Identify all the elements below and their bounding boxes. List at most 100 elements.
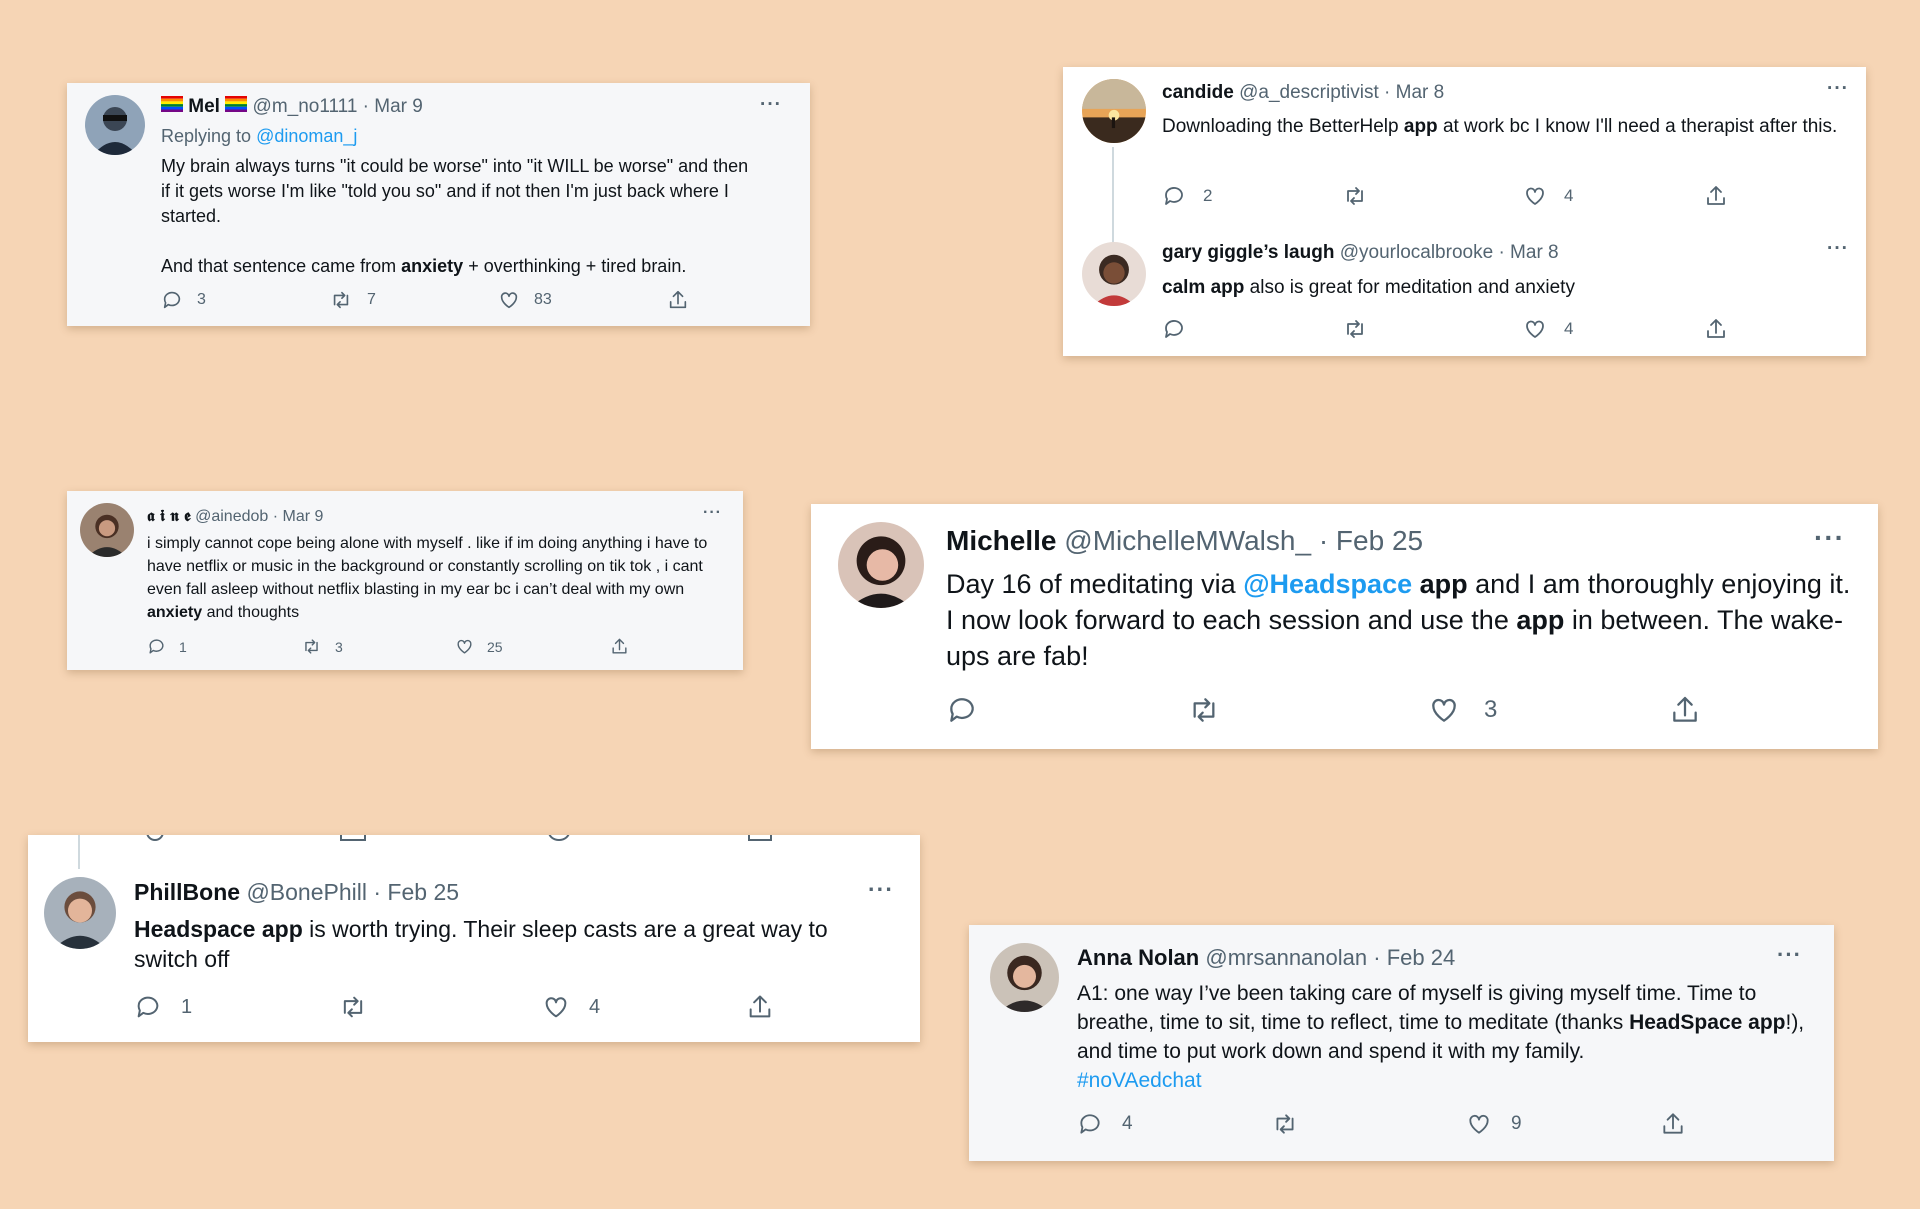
tweet-text: Headspace app is worth trying. Their sle… <box>134 916 828 972</box>
like-count: 4 <box>1564 319 1574 338</box>
share-button[interactable] <box>1704 317 1728 341</box>
retweet-button[interactable] <box>1271 1111 1299 1137</box>
handle[interactable]: @yourlocalbrooke <box>1340 242 1493 263</box>
display-name[interactable]: Michelle <box>946 525 1056 556</box>
retweet-button[interactable] <box>338 993 368 1021</box>
share-button[interactable] <box>1660 1111 1686 1137</box>
like-button[interactable]: 3 <box>1428 694 1497 726</box>
handle[interactable]: @a_descriptivist <box>1239 82 1379 103</box>
display-name[interactable]: gary giggle’s laugh <box>1162 242 1334 263</box>
display-name[interactable]: PhillBone <box>134 879 240 905</box>
more-icon[interactable]: ··· <box>1827 239 1849 258</box>
retweet-button[interactable]: 3 <box>301 637 343 656</box>
like-count: 9 <box>1511 1113 1522 1134</box>
tweet-card-mel[interactable]: Mel @m_no1111 · Mar 9 ··· Replying to @d… <box>67 83 810 326</box>
tweet-paragraph: And that sentence came from anxiety + ov… <box>161 256 687 276</box>
tweet-header: Mel @m_no1111 · Mar 9 <box>161 96 423 118</box>
like-button[interactable]: 4 <box>542 993 600 1021</box>
like-button[interactable]: 25 <box>455 637 503 656</box>
retweet-icon <box>343 996 363 1018</box>
share-button[interactable] <box>1704 184 1728 208</box>
timestamp[interactable]: · Feb 24 <box>1373 945 1455 970</box>
timestamp[interactable]: · Mar 9 <box>363 96 423 117</box>
display-name[interactable]: 𝖆 𝖎 𝖓 𝖊 <box>147 506 191 525</box>
avatar[interactable] <box>1082 242 1146 306</box>
more-icon[interactable]: ··· <box>760 95 782 114</box>
like-count: 3 <box>1484 696 1498 723</box>
mention-link[interactable]: @Headspace <box>1243 569 1412 599</box>
reply-button[interactable]: 1 <box>147 637 187 656</box>
heart-icon <box>1526 320 1544 338</box>
reply-handle-link[interactable]: @dinoman_j <box>256 126 357 146</box>
share-icon <box>1663 1113 1683 1134</box>
like-count: 4 <box>589 995 601 1018</box>
avatar[interactable] <box>44 877 116 949</box>
like-button[interactable]: 83 <box>498 289 552 311</box>
reply-icon <box>1165 187 1183 205</box>
retweet-icon <box>1276 1114 1294 1134</box>
handle[interactable]: @ainedob <box>195 508 268 525</box>
avatar[interactable] <box>990 943 1059 1012</box>
reply-icon <box>1080 1114 1100 1134</box>
heart-icon <box>1469 1114 1489 1134</box>
reply-button[interactable]: 4 <box>1077 1111 1133 1137</box>
tweet-card-thread[interactable]: candide @a_descriptivist · Mar 8 ··· Dow… <box>1063 67 1866 356</box>
timestamp[interactable]: · Mar 9 <box>273 508 324 525</box>
display-name[interactable]: Anna Nolan <box>1077 945 1199 970</box>
handle[interactable]: @MichelleMWalsh_ <box>1064 525 1311 556</box>
handle[interactable]: @BonePhill <box>246 879 367 905</box>
like-button[interactable]: 9 <box>1466 1111 1522 1137</box>
more-icon[interactable]: ··· <box>1777 944 1802 966</box>
heart-icon <box>457 639 472 654</box>
avatar[interactable] <box>85 95 145 155</box>
more-icon[interactable]: ··· <box>703 505 722 521</box>
display-name[interactable]: candide <box>1162 82 1234 103</box>
reply-button[interactable]: 2 <box>1162 184 1212 208</box>
share-button[interactable] <box>1669 694 1701 726</box>
handle[interactable]: @mrsannanolan <box>1205 945 1367 970</box>
tweet-card-michelle[interactable]: Michelle @MichelleMWalsh_ · Feb 25 ··· D… <box>811 504 1878 749</box>
heart-icon <box>500 292 518 309</box>
reply-button[interactable]: 1 <box>134 993 192 1021</box>
like-button[interactable]: 4 <box>1523 317 1573 341</box>
share-icon <box>669 290 687 309</box>
like-count: 4 <box>1564 186 1574 205</box>
retweet-button[interactable] <box>1187 694 1221 726</box>
share-icon <box>1707 186 1725 205</box>
avatar[interactable] <box>1082 79 1146 143</box>
reply-count: 3 <box>197 291 206 308</box>
share-icon <box>1673 696 1697 722</box>
like-button[interactable]: 4 <box>1523 184 1573 208</box>
rainbow-flag-icon <box>225 96 248 118</box>
reply-button[interactable] <box>946 694 978 726</box>
timestamp[interactable]: · Mar 8 <box>1384 82 1444 103</box>
avatar[interactable] <box>80 503 134 557</box>
avatar[interactable] <box>838 522 924 608</box>
reply-button[interactable]: 3 <box>161 289 206 311</box>
retweet-button[interactable]: 7 <box>329 289 376 311</box>
more-icon[interactable]: ··· <box>1827 79 1849 98</box>
retweet-button[interactable] <box>1342 184 1368 208</box>
retweet-button[interactable] <box>1342 317 1368 341</box>
more-icon[interactable]: ··· <box>868 878 894 901</box>
retweet-icon <box>1347 320 1363 338</box>
timestamp[interactable]: · Feb 25 <box>373 879 459 905</box>
tweet-card-aine[interactable]: 𝖆 𝖎 𝖓 𝖊 @ainedob · Mar 9 ··· i simply ca… <box>67 491 743 670</box>
timestamp[interactable]: · Mar 8 <box>1498 242 1558 263</box>
reply-button[interactable] <box>1162 317 1186 341</box>
share-icon <box>1707 319 1725 338</box>
reply-icon <box>950 698 974 722</box>
share-icon <box>612 638 627 654</box>
tweet-header: Anna Nolan @mrsannanolan · Feb 24 <box>1077 945 1455 971</box>
display-name[interactable]: Mel <box>188 96 220 117</box>
hashtag-link[interactable]: #noVAedchat <box>1077 1069 1202 1092</box>
more-icon[interactable]: ··· <box>1814 524 1845 552</box>
timestamp[interactable]: · Feb 25 <box>1319 525 1423 556</box>
tweet-card-phill[interactable]: PhillBone @BonePhill · Feb 25 ··· Headsp… <box>28 835 920 1042</box>
tweet-text: Downloading the BetterHelp app at work b… <box>1162 116 1838 137</box>
share-button[interactable] <box>746 993 774 1021</box>
handle[interactable]: @m_no1111 <box>253 96 358 117</box>
share-button[interactable] <box>610 637 629 656</box>
share-button[interactable] <box>667 289 689 311</box>
tweet-card-anna[interactable]: Anna Nolan @mrsannanolan · Feb 24 ··· A1… <box>969 925 1834 1161</box>
